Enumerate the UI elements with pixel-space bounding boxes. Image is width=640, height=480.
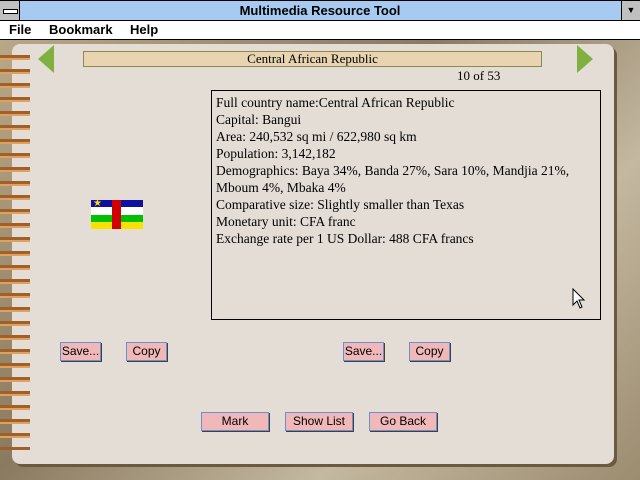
info-line: Area: 240,532 sq mi / 622,980 sq km — [216, 129, 417, 144]
window-title: Multimedia Resource Tool — [239, 3, 401, 18]
copy-flag-button[interactable]: Copy — [126, 342, 167, 361]
save-info-button[interactable]: Save... — [343, 342, 384, 361]
menu-file[interactable]: File — [9, 22, 31, 37]
next-arrow-icon[interactable] — [577, 45, 593, 73]
info-line: Exchange rate per 1 US Dollar: 488 CFA f… — [216, 231, 474, 246]
show-list-button[interactable]: Show List — [285, 412, 353, 431]
system-menu-button[interactable] — [0, 1, 20, 20]
menu-bar: File Bookmark Help — [0, 21, 640, 40]
country-info-box: Full country name:Central African Republ… — [211, 90, 601, 320]
menu-help[interactable]: Help — [130, 22, 158, 37]
flag-image: ★ — [91, 198, 143, 229]
go-back-button[interactable]: Go Back — [369, 412, 437, 431]
save-flag-button[interactable]: Save... — [60, 342, 101, 361]
info-line: Comparative size: Slightly smaller than … — [216, 197, 465, 212]
info-line: Capital: Bangui — [216, 112, 302, 127]
info-line: Full country name:Central African Republ… — [216, 95, 455, 110]
info-line: Monetary unit: CFA franc — [216, 214, 356, 229]
country-name: Central African Republic — [83, 51, 542, 67]
info-line: Population: 3,142,182 — [216, 146, 336, 161]
spiral-binding — [0, 50, 30, 450]
copy-info-button[interactable]: Copy — [409, 342, 450, 361]
previous-arrow-icon[interactable] — [38, 45, 54, 73]
mouse-cursor-icon — [572, 288, 586, 309]
title-bar: Multimedia Resource Tool ▼ — [0, 0, 640, 21]
info-line: Demographics: Baya 34%, Banda 27%, Sara … — [216, 163, 570, 195]
minimize-button[interactable]: ▼ — [621, 1, 640, 20]
menu-bookmark[interactable]: Bookmark — [49, 22, 113, 37]
mark-button[interactable]: Mark — [201, 412, 269, 431]
record-counter: 10 of 53 — [457, 68, 501, 83]
